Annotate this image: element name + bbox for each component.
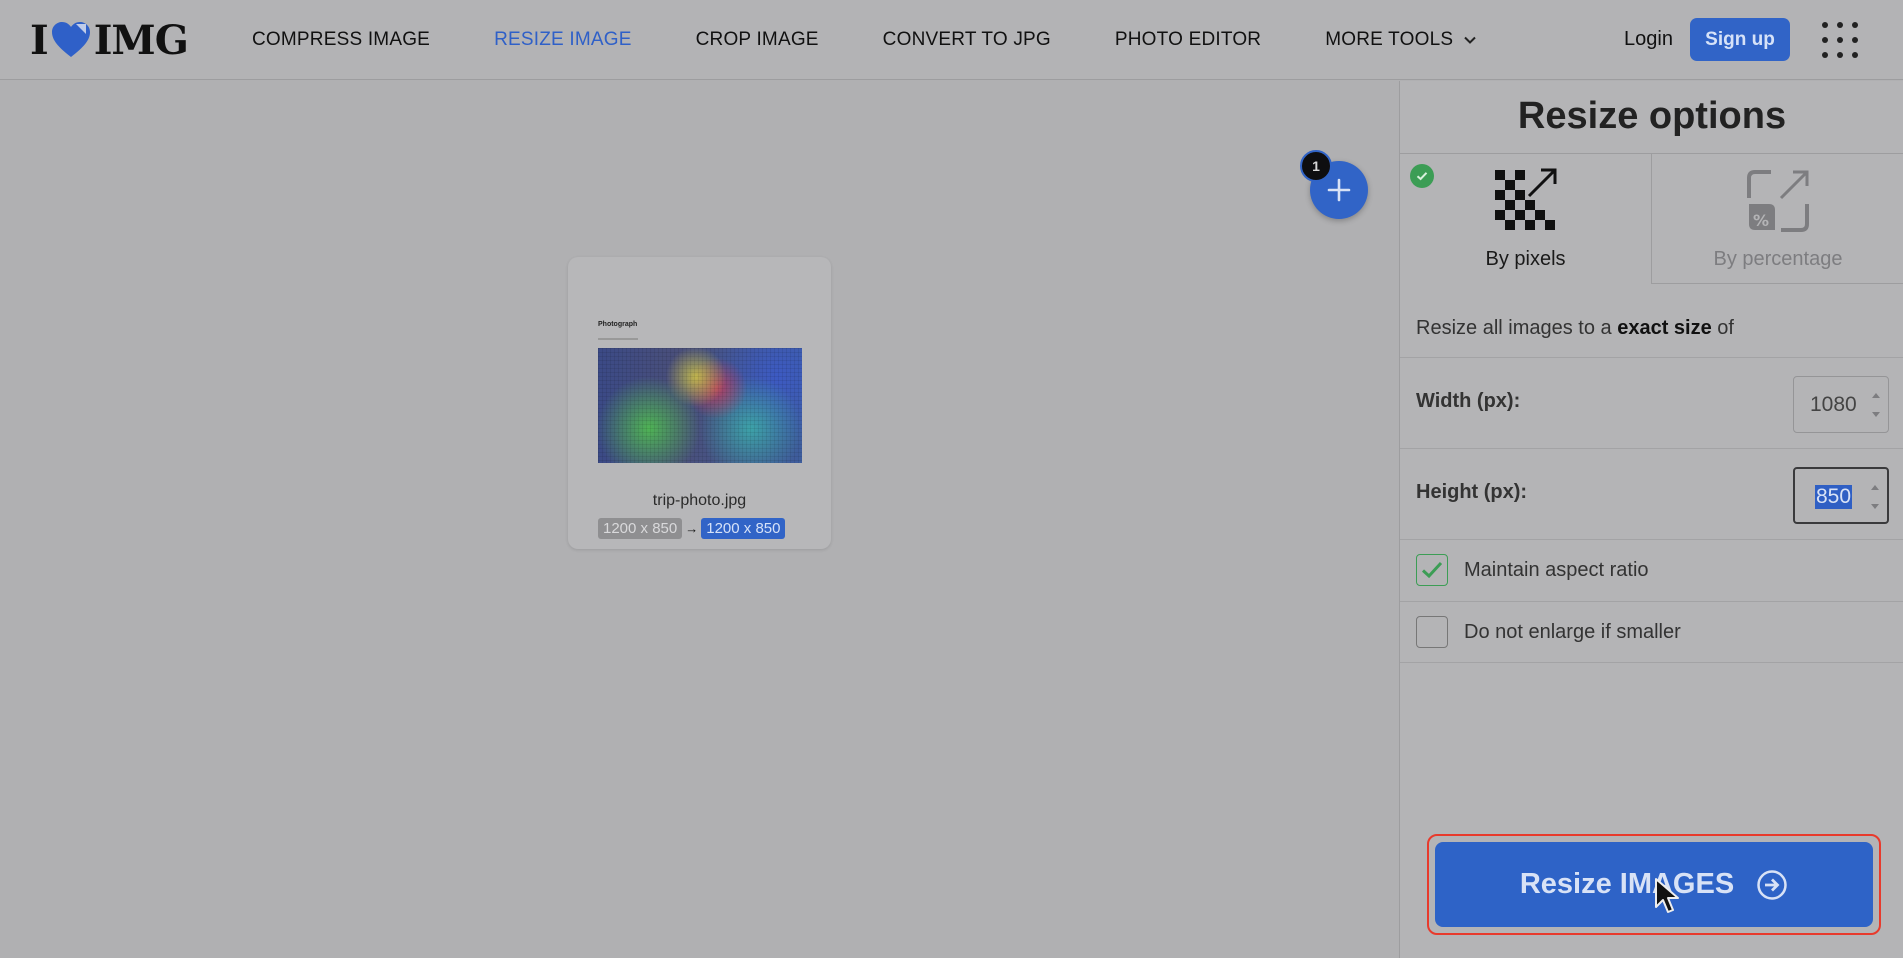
login-link[interactable]: Login [1624, 28, 1673, 51]
maintain-aspect-ratio-checkbox[interactable] [1416, 554, 1448, 586]
file-card[interactable]: Photograph trip-photo.jpg 1200 x 850 → 1… [568, 257, 831, 549]
logo-text-left: I [30, 16, 49, 64]
height-field-row: Height (px): 850 [1400, 448, 1903, 539]
file-count-badge: 1 [1300, 150, 1332, 182]
width-input[interactable]: 1080 [1793, 376, 1889, 433]
file-thumbnail: Photograph [598, 313, 802, 473]
new-size-badge: 1200 x 850 [701, 518, 786, 539]
main-nav: COMPRESS IMAGE RESIZE IMAGE CROP IMAGE C… [252, 0, 1541, 80]
nav-more-tools[interactable]: MORE TOOLS [1325, 29, 1477, 51]
checkmark-icon [1421, 561, 1443, 579]
top-header: I IMG COMPRESS IMAGE RESIZE IMAGE CROP I… [0, 0, 1903, 80]
height-label: Height (px): [1416, 481, 1528, 503]
resize-description: Resize all images to a exact size of [1416, 317, 1734, 339]
logo[interactable]: I IMG [30, 16, 189, 64]
maintain-aspect-ratio-label: Maintain aspect ratio [1464, 559, 1649, 581]
mode-by-percentage-label: By percentage [1713, 248, 1843, 270]
original-size-badge: 1200 x 850 [598, 518, 683, 539]
plus-icon [1327, 178, 1351, 202]
do-not-enlarge-option[interactable]: Do not enlarge if smaller [1400, 601, 1903, 663]
resize-mode-selector: By pixels % By percentage [1400, 153, 1903, 284]
upload-workarea: Photograph trip-photo.jpg 1200 x 850 → 1… [0, 81, 1399, 958]
nav-crop-image[interactable]: CROP IMAGE [696, 29, 819, 51]
spinner-arrows-icon[interactable] [1870, 481, 1880, 513]
do-not-enlarge-checkbox[interactable] [1416, 616, 1448, 648]
maintain-aspect-ratio-option[interactable]: Maintain aspect ratio [1400, 539, 1903, 601]
width-label: Width (px): [1416, 390, 1521, 412]
file-name: trip-photo.jpg [652, 492, 747, 509]
heart-logo-icon [51, 22, 90, 57]
thumbnail-image [598, 348, 802, 463]
signup-button[interactable]: Sign up [1690, 18, 1790, 61]
height-value: 850 [1815, 485, 1853, 509]
resize-options-sidebar: Resize options By pixels % By percentage… [1399, 81, 1903, 958]
width-value: 1080 [1810, 393, 1857, 416]
mode-by-pixels-label: By pixels [1485, 248, 1566, 270]
arrow-right-circle-icon [1757, 869, 1787, 900]
arrow-right-icon: → [685, 521, 699, 536]
mode-by-pixels[interactable]: By pixels [1400, 154, 1651, 284]
do-not-enlarge-label: Do not enlarge if smaller [1464, 621, 1681, 643]
check-circle-icon [1410, 164, 1434, 188]
nav-photo-editor[interactable]: PHOTO EDITOR [1115, 29, 1261, 51]
nav-convert-to-jpg[interactable]: CONVERT TO JPG [883, 29, 1051, 51]
resize-button-highlight: Resize IMAGES [1427, 834, 1881, 935]
mode-by-percentage[interactable]: % By percentage [1651, 154, 1903, 284]
pixels-resize-icon [1494, 168, 1556, 230]
chevron-down-icon [1464, 36, 1476, 44]
spinner-arrows-icon[interactable] [1871, 389, 1881, 421]
height-input[interactable]: 850 [1793, 467, 1889, 524]
width-field-row: Width (px): 1080 [1400, 357, 1903, 448]
thumbnail-title: Photograph [598, 321, 638, 328]
nav-more-tools-label: MORE TOOLS [1325, 29, 1454, 50]
sidebar-title: Resize options [1517, 95, 1787, 137]
file-dimensions: 1200 x 850 → 1200 x 850 [598, 517, 802, 540]
nav-compress-image[interactable]: COMPRESS IMAGE [252, 29, 430, 51]
nav-resize-image[interactable]: RESIZE IMAGE [494, 29, 632, 51]
percentage-resize-icon: % [1747, 170, 1809, 232]
resize-images-label: Resize IMAGES [1519, 868, 1735, 900]
svg-text:%: % [1753, 211, 1769, 230]
resize-images-button[interactable]: Resize IMAGES [1435, 842, 1873, 927]
apps-grid-icon[interactable] [1822, 22, 1858, 58]
logo-text-right: IMG [93, 16, 189, 64]
